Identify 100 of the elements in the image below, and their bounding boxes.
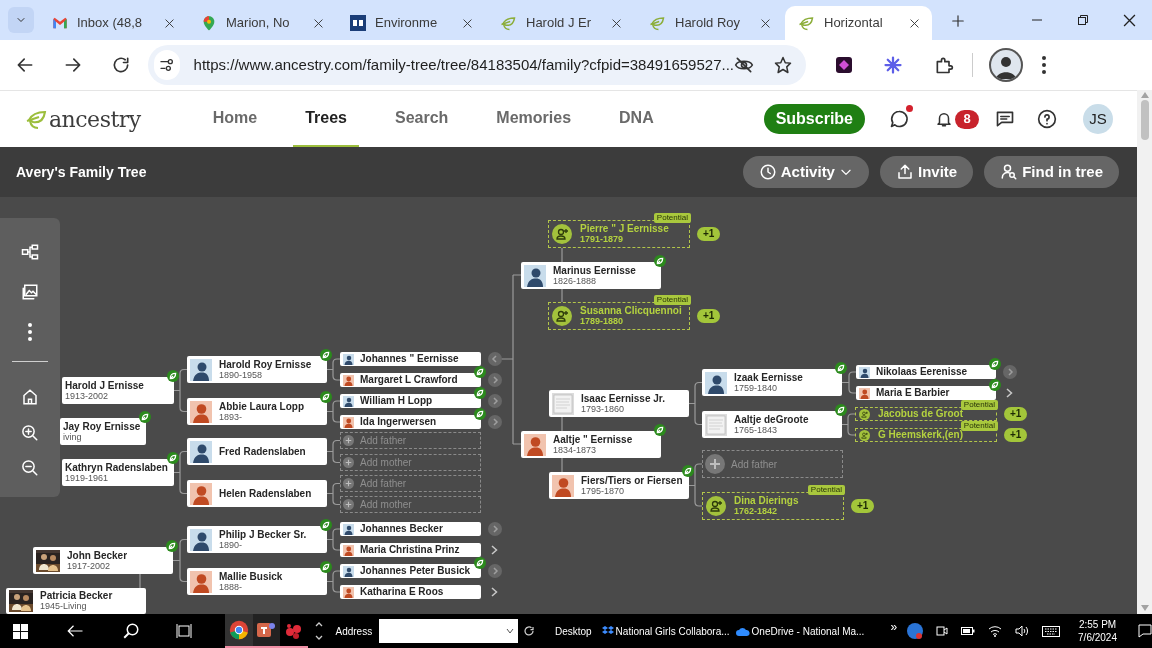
scrollbar-thumb[interactable]	[1140, 100, 1149, 140]
taskbar-app[interactable]	[252, 614, 280, 648]
zoom-out-button[interactable]	[21, 459, 39, 477]
task-view-button[interactable]	[176, 623, 192, 639]
hint-leaf-icon[interactable]	[320, 561, 332, 573]
person-card[interactable]: Margaret L Crawford	[340, 373, 481, 387]
extension-icon[interactable]	[884, 56, 902, 74]
taskbar-app[interactable]	[225, 614, 253, 648]
toolbar-button[interactable]: Find in tree	[984, 156, 1119, 188]
more-matches-badge[interactable]: +1	[1004, 428, 1028, 442]
hint-leaf-icon[interactable]	[654, 424, 666, 436]
scrollbar[interactable]	[1137, 90, 1152, 614]
ancestry-logo[interactable]: ancestry	[25, 102, 141, 136]
subscribe-button[interactable]: Subscribe	[763, 104, 865, 134]
browser-tab[interactable]: Inbox (48,8	[40, 6, 187, 40]
more-matches-badge[interactable]: +1	[697, 309, 721, 323]
hint-leaf-icon[interactable]	[320, 349, 332, 361]
person-card[interactable]: Harold J Ernisse 1913-2002	[62, 377, 174, 404]
hint-leaf-icon[interactable]	[682, 465, 694, 477]
hint-leaf-icon[interactable]	[167, 370, 179, 382]
person-card[interactable]: Fred Radenslaben	[187, 438, 327, 465]
user-avatar[interactable]: JS	[1083, 104, 1113, 134]
search-button[interactable]	[122, 622, 140, 640]
back-button[interactable]	[66, 624, 84, 638]
browser-menu-button[interactable]	[1039, 56, 1049, 74]
media-button[interactable]	[21, 283, 39, 301]
person-card[interactable]: Isaac Eernisse Jr. 1793-1860	[549, 390, 689, 417]
toolbar-link[interactable]: OneDrive - National Ma...	[735, 623, 865, 639]
hint-leaf-icon[interactable]	[835, 362, 847, 374]
person-card[interactable]: Marinus Eernisse 1826-1888	[521, 262, 661, 289]
person-card[interactable]: Katharina E Roos	[340, 585, 481, 599]
site-info-icon[interactable]	[154, 50, 180, 80]
hint-leaf-icon[interactable]	[167, 452, 179, 464]
person-card[interactable]: Johannes Peter Busick	[340, 564, 481, 578]
hint-leaf-icon[interactable]	[474, 557, 486, 569]
toolbar-button[interactable]: Activity	[742, 156, 869, 188]
start-button[interactable]	[13, 623, 28, 639]
hint-leaf-icon[interactable]	[835, 404, 847, 416]
extensions-button[interactable]	[934, 55, 954, 75]
person-card[interactable]: Ida Ingerwersen	[340, 415, 481, 429]
refresh-button[interactable]	[522, 625, 535, 637]
hint-leaf-icon[interactable]	[166, 540, 178, 552]
browser-tab[interactable]: Environme	[338, 6, 485, 40]
chevron-right-icon[interactable]	[491, 545, 498, 555]
hint-leaf-icon[interactable]	[474, 387, 486, 399]
person-card[interactable]: Johannes " Eernisse	[340, 352, 481, 366]
nav-link[interactable]: DNA	[607, 90, 666, 148]
person-card[interactable]: John Becker 1917-2002	[33, 547, 173, 574]
person-card[interactable]: Maria E Barbier	[856, 386, 996, 400]
tray-icon[interactable]	[961, 626, 976, 636]
hint-leaf-icon[interactable]	[474, 366, 486, 378]
browser-tab[interactable]: Harold J Er	[487, 6, 634, 40]
zoom-in-button[interactable]	[21, 424, 39, 442]
tray-icon[interactable]	[1015, 625, 1030, 637]
person-card[interactable]: Johannes Becker	[340, 522, 481, 536]
nav-link[interactable]: Memories	[484, 90, 584, 148]
browser-tab[interactable]: Marion, No	[189, 6, 336, 40]
chevron-right-icon[interactable]	[1006, 388, 1013, 398]
more-matches-badge[interactable]: +1	[851, 499, 875, 513]
more-matches-badge[interactable]: +1	[1004, 407, 1028, 421]
hint-leaf-icon[interactable]	[139, 411, 151, 423]
hint-leaf-icon[interactable]	[989, 379, 1001, 391]
profile-avatar[interactable]	[989, 48, 1023, 82]
person-card[interactable]: Harold Roy Ernisse 1890-1958	[187, 356, 327, 383]
person-card[interactable]: Kathryn Radenslaben 1919-1961	[62, 459, 174, 486]
tray-icon[interactable]	[988, 625, 1003, 637]
desktop-label[interactable]: Desktop	[554, 623, 592, 639]
person-card[interactable]: Mallie Busick 1888-	[187, 568, 327, 595]
person-card[interactable]: Aaltje deGroote 1765-1843	[702, 411, 842, 438]
toolbar-link[interactable]: National Girls Collabora...	[601, 623, 730, 639]
toolbar-overflow[interactable]: »	[890, 618, 898, 636]
extension-icon[interactable]	[836, 57, 852, 73]
person-card[interactable]: Izaak Eernisse 1759-1840	[702, 369, 842, 396]
tree-view-button[interactable]	[21, 243, 39, 261]
person-card[interactable]: Patricia Becker 1945-Living	[6, 588, 146, 614]
help-button[interactable]	[1037, 109, 1057, 129]
notifications-button[interactable]: 8	[935, 109, 979, 129]
messages-button[interactable]	[995, 109, 1015, 129]
person-card[interactable]: Nikolaas Eerenisse	[856, 365, 996, 379]
nav-link[interactable]: Search	[382, 90, 461, 148]
person-card[interactable]: Aaltje " Eernisse 1834-1873	[521, 431, 661, 458]
nav-link[interactable]: Home	[200, 90, 270, 148]
tray-icon[interactable]	[936, 625, 949, 637]
person-card[interactable]: Jay Roy Ernisse iving	[60, 418, 146, 445]
hint-leaf-icon[interactable]	[654, 255, 666, 267]
toolbar-button[interactable]: Invite	[879, 156, 974, 188]
browser-tab[interactable]: Horizontal	[785, 6, 932, 40]
person-card[interactable]: Abbie Laura Lopp 1893-	[187, 398, 327, 425]
address-field[interactable]: https://www.ancestry.com/family-tree/tree/84183504/family?cfpid=38491659527...	[148, 45, 806, 85]
person-card[interactable]: Helen Radenslaben	[187, 480, 327, 507]
notification-center-button[interactable]	[1138, 624, 1152, 638]
browser-tab[interactable]: Harold Roy	[636, 6, 783, 40]
hint-leaf-icon[interactable]	[989, 358, 1001, 370]
person-card[interactable]: William H Lopp	[340, 394, 481, 408]
home-button[interactable]	[21, 388, 39, 406]
hint-leaf-icon[interactable]	[320, 519, 332, 531]
chevron-right-icon[interactable]	[491, 587, 498, 597]
tray-icon[interactable]	[1042, 625, 1061, 637]
person-card[interactable]: Philip J Becker Sr. 1890-	[187, 526, 327, 553]
more-button[interactable]	[28, 323, 32, 341]
